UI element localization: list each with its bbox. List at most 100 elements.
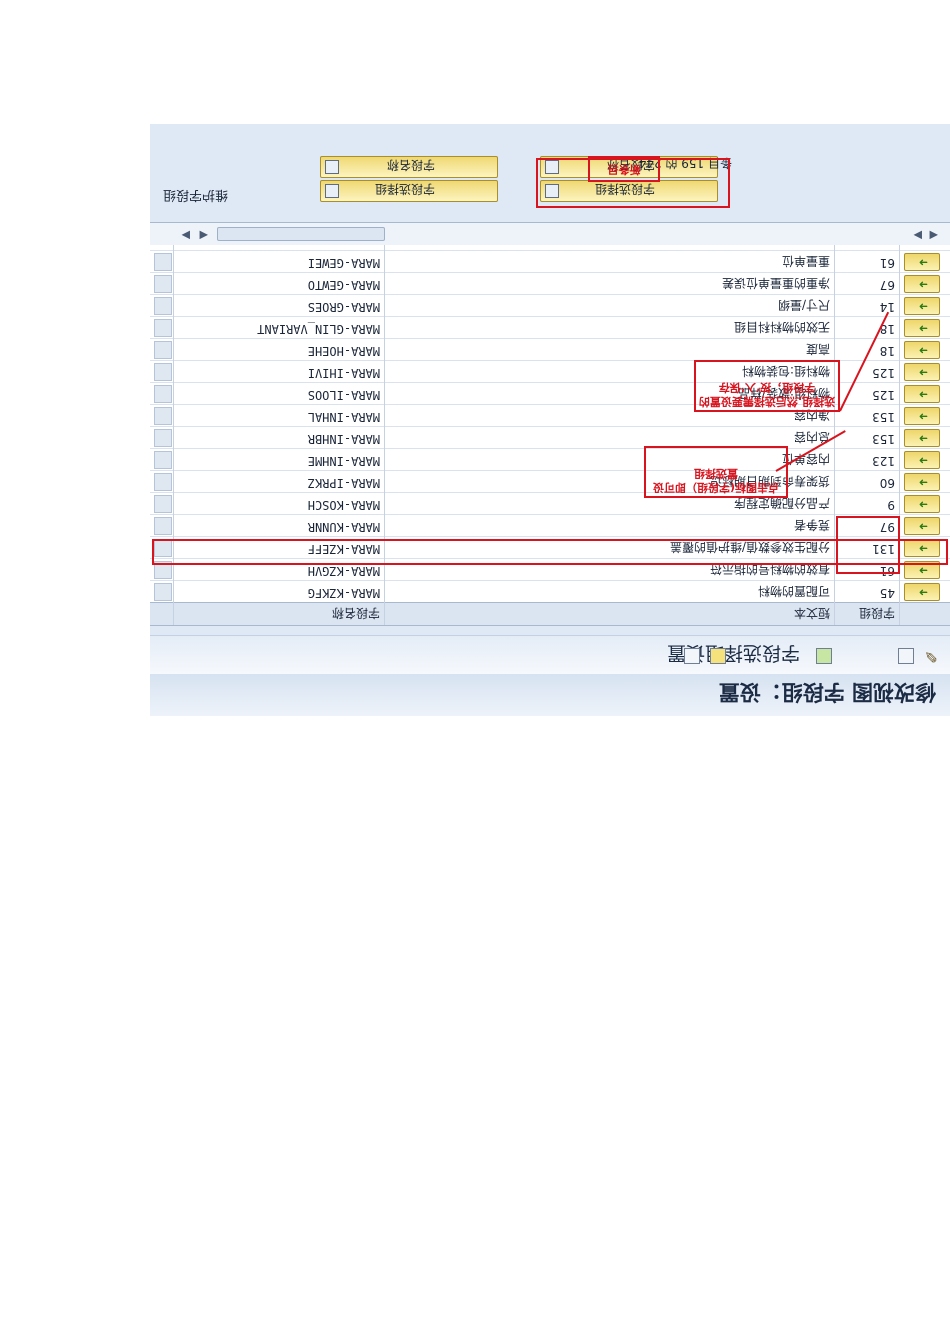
field-group-value: 61 [879, 256, 895, 270]
filter-icon [325, 160, 339, 174]
short-text-value: 总内容 [793, 430, 830, 444]
field-group-value: 60 [879, 476, 895, 490]
title-bar: 修改视图 字段组：设置 [150, 673, 950, 716]
table-row[interactable]: ➜ 9 产品分配确定程序 MARA-KOSCH [150, 492, 950, 515]
arrow-right-icon: ➜ [918, 300, 928, 313]
pencil-icon[interactable]: ✎ [922, 646, 940, 666]
display-change-icon[interactable] [898, 648, 914, 664]
save-icon[interactable] [816, 648, 832, 664]
row-selector[interactable] [154, 429, 172, 447]
choose-group-button[interactable]: ➜ [904, 275, 940, 293]
field-group-value: 153 [872, 432, 895, 446]
button-label: 字段名称 [386, 158, 435, 172]
horizontal-scrollbar[interactable] [217, 227, 385, 241]
choose-group-button[interactable]: ➜ [904, 319, 940, 337]
new-entries-note: 新条目 [607, 163, 641, 176]
field-name-value: MARA-GROES [307, 300, 380, 314]
row-selector[interactable] [154, 385, 172, 403]
toolbar: ✎ 字段选择组设置 [150, 635, 950, 674]
table-row[interactable]: ➜ 14 尺寸/量纲 MARA-GROES [150, 294, 950, 317]
window-title: 修改视图 字段组：设置 [718, 680, 936, 704]
short-text-value: 可配置的物料 [757, 584, 830, 598]
field-group-value: 125 [872, 366, 895, 380]
arrow-right-icon: ➜ [918, 388, 928, 401]
col-field-group[interactable]: 字段组 [859, 605, 895, 622]
arrow-right-icon: ➜ [918, 410, 928, 423]
table-row[interactable]: ➜ 18 无效的物料科目组 MARA-GLIN_VARIANT [150, 316, 950, 339]
field-name-value: MARA-KOSCH [307, 498, 380, 512]
table-row[interactable]: ➜ 60 货架寿命到期日期标识 MARA-IPRKZ [150, 470, 950, 493]
annotation-note-1: 点击图标(字段组）即可设置选择组 [652, 467, 780, 494]
choose-group-button[interactable]: ➜ [904, 297, 940, 315]
table-row[interactable]: ➜ 97 竞争者 MARA-KUNNR [150, 514, 950, 537]
table-row[interactable]: ➜ 123 内容单位 MARA-INHME [150, 448, 950, 471]
field-name-value: MARA-GEWEI [307, 256, 380, 270]
arrow-right-icon: ➜ [918, 256, 928, 269]
choose-group-button[interactable]: ➜ [904, 407, 940, 425]
col-short-text[interactable]: 短文本 [794, 605, 830, 622]
table-row[interactable]: ➜ 61 重量单位 MARA-GEWEI [150, 250, 950, 273]
choose-group-button[interactable]: ➜ [904, 429, 940, 447]
short-text-value: 净重的重量单位误差 [721, 276, 830, 290]
row-selector[interactable] [154, 297, 172, 315]
row-selector[interactable] [154, 583, 172, 601]
arrow-right-icon: ➜ [918, 366, 928, 379]
field-group-table: 字段名称 短文本 字段组 ➜ 61 重量单位 MARA-GEWEI ➜ 67 净重的重量单位… [150, 222, 950, 626]
field-group-value: 123 [872, 454, 895, 468]
arrow-right-icon: ➜ [918, 344, 928, 357]
row-selector[interactable] [154, 451, 172, 469]
choose-group-button[interactable]: ➜ [904, 473, 940, 491]
short-text-value: 尺寸/量纲 [777, 298, 830, 312]
arrow-right-icon: ➜ [918, 586, 928, 599]
table-row[interactable]: ➜ 45 可配置的物料 MARA-KZKFG [150, 580, 950, 603]
table-row[interactable]: ➜ 67 净重的重量单位误差 MARA-GEWTO [150, 272, 950, 295]
short-text-value: 高度 [805, 342, 830, 356]
annotation-row-highlight [152, 539, 948, 565]
choose-group-button[interactable]: ➜ [904, 341, 940, 359]
field-group-value: 45 [879, 586, 895, 600]
scroll-left-icon[interactable]: ◀ [200, 229, 208, 242]
choose-group-button[interactable]: ➜ [904, 363, 940, 381]
choose-group-button[interactable]: ➜ [904, 495, 940, 513]
row-selector[interactable] [154, 407, 172, 425]
arrow-right-icon: ➜ [918, 454, 928, 467]
choose-group-button[interactable]: ➜ [904, 517, 940, 535]
scroll-right-icon[interactable]: ▶ [182, 229, 190, 242]
field-selection-group-button[interactable]: 字段选择组 [320, 180, 498, 202]
col-field-name[interactable]: 字段名称 [332, 605, 380, 622]
filter-icon [325, 184, 339, 198]
scroll-left-icon[interactable]: ◀ [930, 229, 938, 242]
field-name-button[interactable]: 字段名称 [320, 156, 498, 178]
row-selector[interactable] [154, 517, 172, 535]
short-text-value: 无效的物料科目组 [733, 320, 830, 334]
choose-group-button[interactable]: ➜ [904, 253, 940, 271]
row-selector[interactable] [154, 473, 172, 491]
field-name-value: MARA-INHBR [307, 432, 380, 446]
choose-group-button[interactable]: ➜ [904, 451, 940, 469]
row-selector[interactable] [154, 341, 172, 359]
field-name-value: MARA-IPRKZ [307, 476, 380, 490]
field-group-value: 153 [872, 410, 895, 424]
field-name-value: MARA-KZKFG [307, 586, 380, 600]
row-selector[interactable] [154, 363, 172, 381]
table-row[interactable]: ➜ 18 高度 MARA-HOEHE [150, 338, 950, 361]
divider [384, 245, 385, 625]
field-name-value: MARA-KZGVH [307, 564, 380, 578]
row-selector[interactable] [154, 495, 172, 513]
field-name-value: MARA-KUNNR [307, 520, 380, 534]
arrow-right-icon: ➜ [918, 278, 928, 291]
field-name-value: MARA-GEWTO [307, 278, 380, 292]
scroll-right-icon[interactable]: ▶ [914, 229, 922, 242]
row-selector[interactable] [154, 253, 172, 271]
annotation-group-highlight [836, 516, 900, 574]
choose-group-button[interactable]: ➜ [904, 583, 940, 601]
row-selector[interactable] [154, 275, 172, 293]
new-entries-icon[interactable] [710, 648, 726, 664]
choose-group-button[interactable]: ➜ [904, 385, 940, 403]
copy-icon[interactable] [684, 648, 700, 664]
row-selector[interactable] [154, 319, 172, 337]
arrow-right-icon: ➜ [918, 476, 928, 489]
maintain-field-groups-label: 维护字段组 [162, 187, 228, 202]
field-name-value: MARA-GLIN_VARIANT [257, 322, 380, 336]
field-group-value: 125 [872, 388, 895, 402]
